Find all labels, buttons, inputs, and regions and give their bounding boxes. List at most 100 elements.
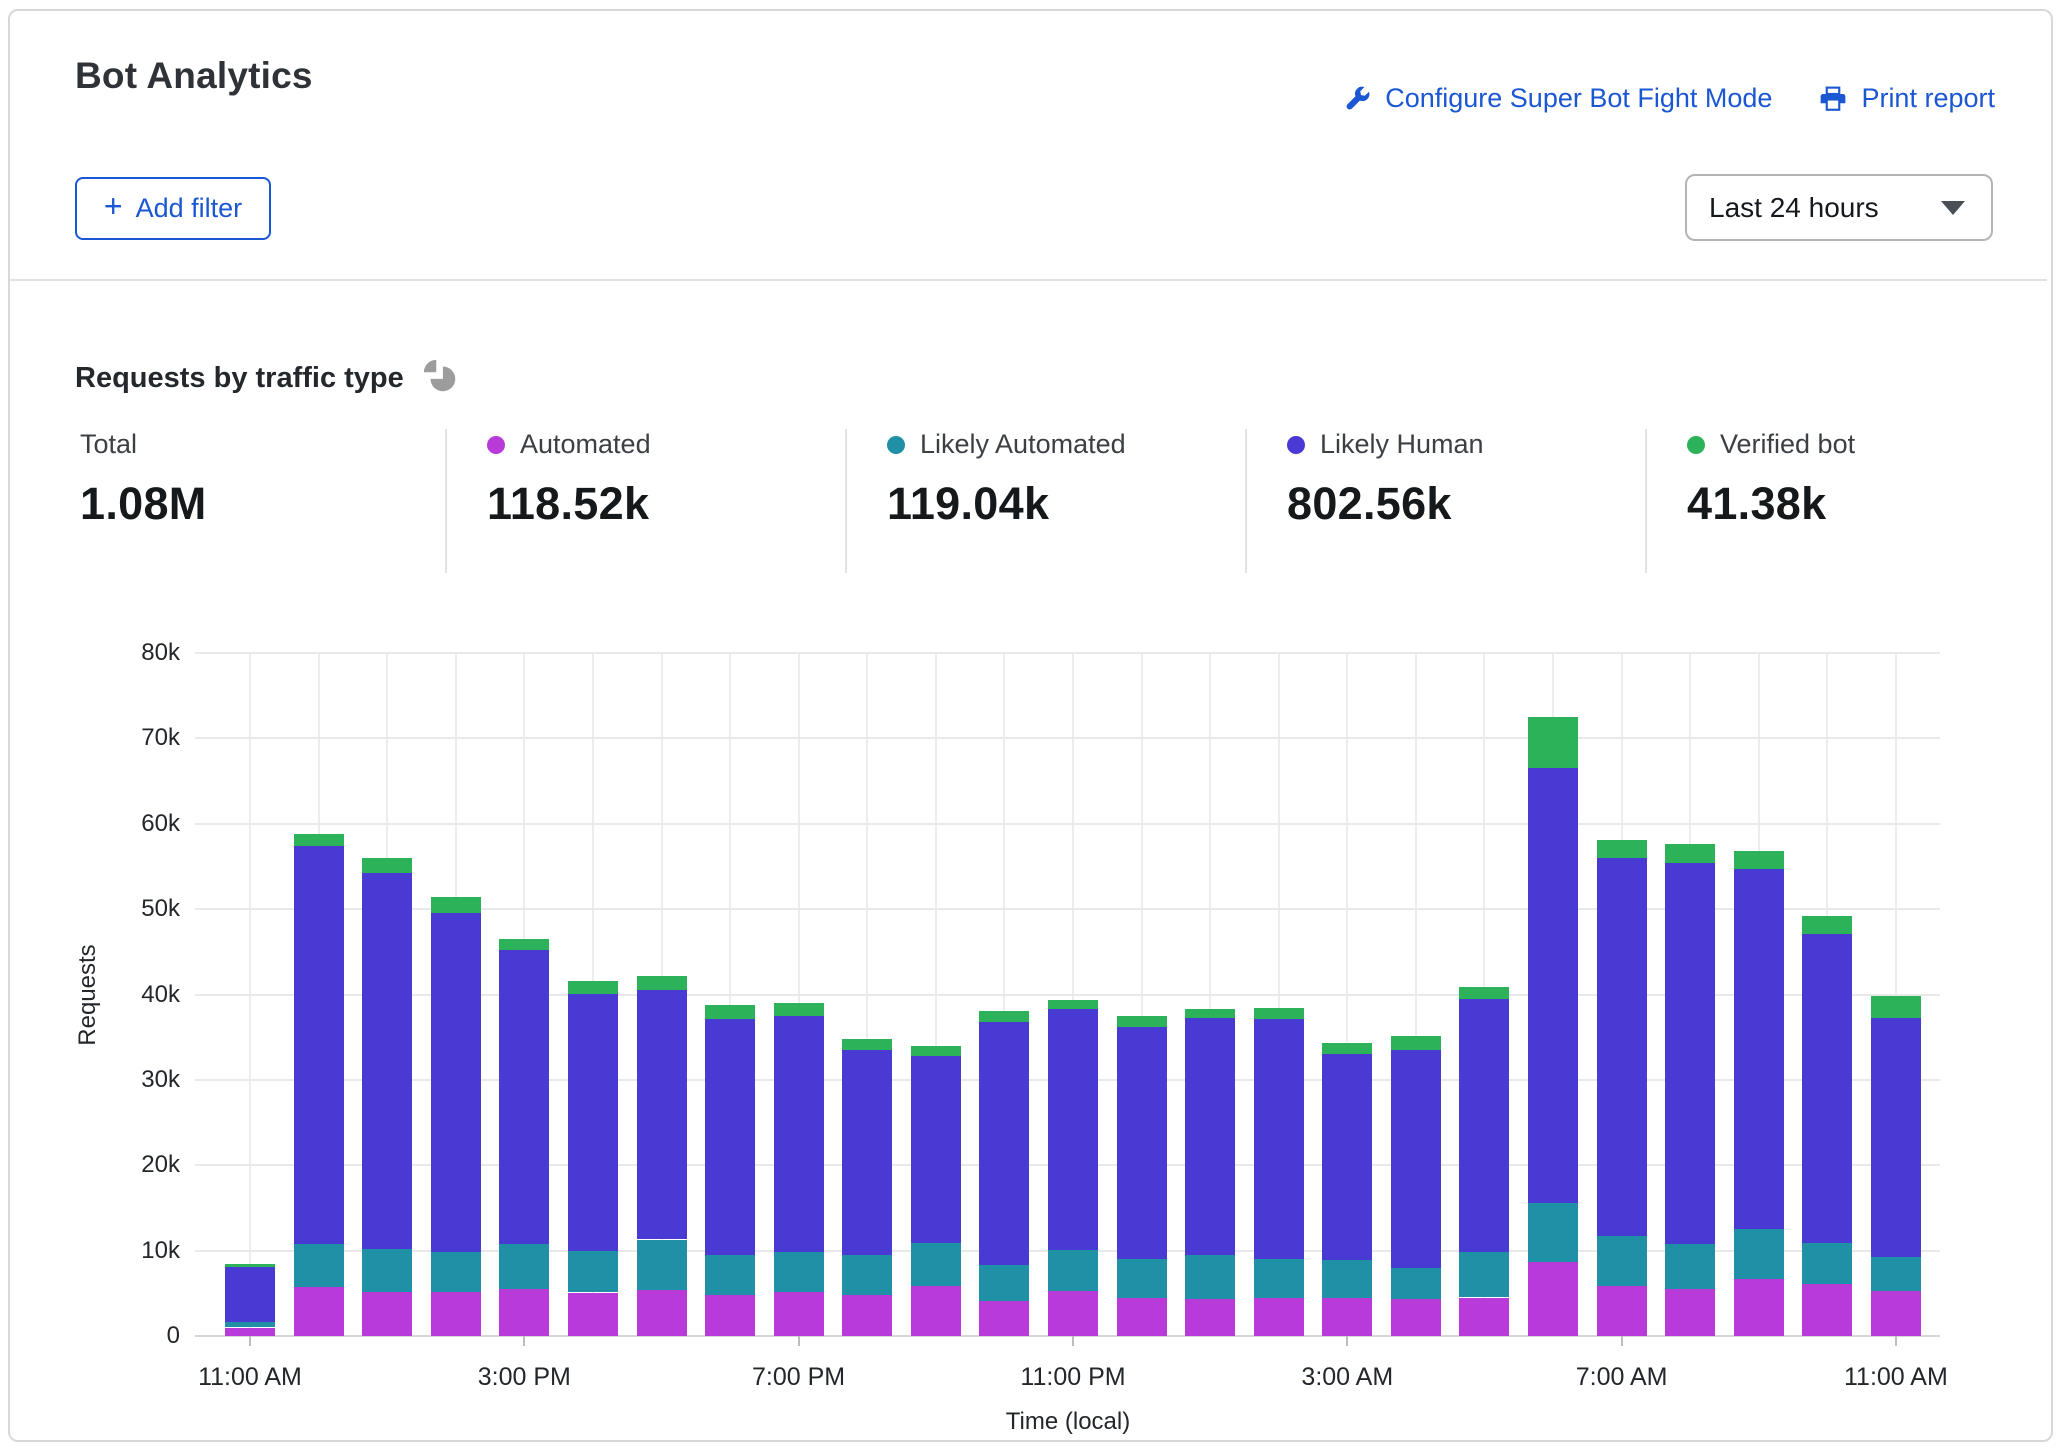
bar-15-segment-verified-bot[interactable]: [1254, 1008, 1304, 1019]
bar-1-segment-automated[interactable]: [294, 1287, 344, 1336]
bar-9-segment-likely-automated[interactable]: [842, 1255, 892, 1295]
bar-16-segment-likely-human[interactable]: [1322, 1054, 1372, 1260]
bar-13-segment-likely-automated[interactable]: [1117, 1259, 1167, 1297]
bar-6-segment-automated[interactable]: [637, 1290, 687, 1336]
bar-14-segment-automated[interactable]: [1185, 1299, 1235, 1336]
bar-5-segment-likely-human[interactable]: [568, 994, 618, 1251]
bar-20-segment-likely-automated[interactable]: [1597, 1236, 1647, 1286]
bar-20-segment-likely-human[interactable]: [1597, 858, 1647, 1236]
bar-3-segment-likely-automated[interactable]: [431, 1252, 481, 1291]
bar-4-segment-likely-automated[interactable]: [499, 1244, 549, 1289]
bar-4-segment-verified-bot[interactable]: [499, 939, 549, 950]
bar-13-segment-verified-bot[interactable]: [1117, 1016, 1167, 1027]
bar-19-segment-likely-human[interactable]: [1528, 768, 1578, 1203]
bar-2-segment-likely-human[interactable]: [362, 873, 412, 1249]
bar-1-segment-likely-human[interactable]: [294, 846, 344, 1244]
bar-11-segment-verified-bot[interactable]: [979, 1011, 1029, 1022]
bar-18-segment-verified-bot[interactable]: [1459, 987, 1509, 999]
bar-23-segment-likely-human[interactable]: [1802, 934, 1852, 1243]
bar-18-segment-likely-human[interactable]: [1459, 999, 1509, 1253]
bar-22-segment-likely-automated[interactable]: [1734, 1229, 1784, 1279]
bar-22-segment-automated[interactable]: [1734, 1279, 1784, 1336]
bar-13-segment-automated[interactable]: [1117, 1298, 1167, 1336]
bar-7-segment-verified-bot[interactable]: [705, 1005, 755, 1020]
bar-3-segment-likely-human[interactable]: [431, 913, 481, 1253]
bar-19-segment-verified-bot[interactable]: [1528, 717, 1578, 768]
bar-12-segment-verified-bot[interactable]: [1048, 1000, 1098, 1009]
bar-3-segment-automated[interactable]: [431, 1292, 481, 1336]
bar-24-segment-likely-human[interactable]: [1871, 1018, 1921, 1256]
bar-2-segment-likely-automated[interactable]: [362, 1249, 412, 1292]
bar-11-segment-likely-automated[interactable]: [979, 1265, 1029, 1301]
bar-24-segment-automated[interactable]: [1871, 1291, 1921, 1336]
bar-24-segment-verified-bot[interactable]: [1871, 996, 1921, 1018]
bar-9-segment-automated[interactable]: [842, 1295, 892, 1336]
bar-20-segment-verified-bot[interactable]: [1597, 840, 1647, 858]
bar-10-segment-likely-human[interactable]: [911, 1056, 961, 1243]
bar-21-segment-automated[interactable]: [1665, 1289, 1715, 1336]
bar-0-segment-likely-automated[interactable]: [225, 1322, 275, 1327]
bar-16-segment-likely-automated[interactable]: [1322, 1260, 1372, 1298]
bar-9-segment-verified-bot[interactable]: [842, 1039, 892, 1050]
bar-8-segment-automated[interactable]: [774, 1292, 824, 1336]
bar-2-segment-automated[interactable]: [362, 1292, 412, 1336]
bar-0-segment-automated[interactable]: [225, 1328, 275, 1337]
bar-6-segment-verified-bot[interactable]: [637, 976, 687, 991]
bar-8-segment-likely-human[interactable]: [774, 1016, 824, 1253]
bar-21-segment-likely-automated[interactable]: [1665, 1244, 1715, 1289]
bar-17-segment-automated[interactable]: [1391, 1299, 1441, 1336]
bar-14-segment-likely-automated[interactable]: [1185, 1255, 1235, 1299]
bar-23-segment-verified-bot[interactable]: [1802, 916, 1852, 934]
bar-17-segment-likely-human[interactable]: [1391, 1050, 1441, 1268]
bar-18-segment-automated[interactable]: [1459, 1298, 1509, 1336]
bar-1-segment-verified-bot[interactable]: [294, 834, 344, 846]
bar-0-segment-verified-bot[interactable]: [225, 1264, 275, 1267]
bar-18-segment-likely-automated[interactable]: [1459, 1252, 1509, 1297]
bar-12-segment-automated[interactable]: [1048, 1291, 1098, 1336]
bar-3-segment-verified-bot[interactable]: [431, 897, 481, 912]
bar-4-segment-likely-human[interactable]: [499, 950, 549, 1244]
bar-17-segment-verified-bot[interactable]: [1391, 1036, 1441, 1050]
bar-12-segment-likely-automated[interactable]: [1048, 1250, 1098, 1291]
bar-6-segment-likely-human[interactable]: [637, 990, 687, 1239]
bar-23-segment-automated[interactable]: [1802, 1284, 1852, 1336]
bar-13-segment-likely-human[interactable]: [1117, 1027, 1167, 1259]
bar-10-segment-automated[interactable]: [911, 1286, 961, 1336]
bar-7-segment-likely-human[interactable]: [705, 1019, 755, 1255]
bar-22-segment-verified-bot[interactable]: [1734, 851, 1784, 869]
bar-5-segment-verified-bot[interactable]: [568, 981, 618, 994]
bar-15-segment-likely-human[interactable]: [1254, 1019, 1304, 1259]
bar-5-segment-likely-automated[interactable]: [568, 1251, 618, 1293]
bar-10-segment-likely-automated[interactable]: [911, 1243, 961, 1286]
bar-19-segment-likely-automated[interactable]: [1528, 1203, 1578, 1262]
bar-8-segment-verified-bot[interactable]: [774, 1003, 824, 1016]
bar-2-segment-verified-bot[interactable]: [362, 858, 412, 873]
bar-8-segment-likely-automated[interactable]: [774, 1252, 824, 1291]
bar-23-segment-likely-automated[interactable]: [1802, 1243, 1852, 1284]
bar-11-segment-likely-human[interactable]: [979, 1022, 1029, 1265]
bar-0-segment-likely-human[interactable]: [225, 1267, 275, 1323]
bar-16-segment-verified-bot[interactable]: [1322, 1043, 1372, 1054]
bar-1-segment-likely-automated[interactable]: [294, 1244, 344, 1288]
bar-15-segment-likely-automated[interactable]: [1254, 1259, 1304, 1298]
bar-14-segment-likely-human[interactable]: [1185, 1018, 1235, 1255]
bar-11-segment-automated[interactable]: [979, 1301, 1029, 1336]
bar-12-segment-likely-human[interactable]: [1048, 1009, 1098, 1250]
bar-16-segment-automated[interactable]: [1322, 1298, 1372, 1336]
bar-21-segment-verified-bot[interactable]: [1665, 844, 1715, 863]
bar-15-segment-automated[interactable]: [1254, 1298, 1304, 1336]
bar-9-segment-likely-human[interactable]: [842, 1050, 892, 1255]
bar-4-segment-automated[interactable]: [499, 1289, 549, 1336]
bar-10-segment-verified-bot[interactable]: [911, 1046, 961, 1056]
bar-21-segment-likely-human[interactable]: [1665, 863, 1715, 1244]
bar-6-segment-likely-automated[interactable]: [637, 1240, 687, 1290]
bar-7-segment-automated[interactable]: [705, 1295, 755, 1336]
bar-19-segment-automated[interactable]: [1528, 1262, 1578, 1336]
bar-22-segment-likely-human[interactable]: [1734, 869, 1784, 1229]
bar-17-segment-likely-automated[interactable]: [1391, 1268, 1441, 1300]
bar-7-segment-likely-automated[interactable]: [705, 1255, 755, 1295]
bar-20-segment-automated[interactable]: [1597, 1286, 1647, 1336]
bar-14-segment-verified-bot[interactable]: [1185, 1009, 1235, 1018]
bar-5-segment-automated[interactable]: [568, 1293, 618, 1337]
bar-24-segment-likely-automated[interactable]: [1871, 1257, 1921, 1291]
